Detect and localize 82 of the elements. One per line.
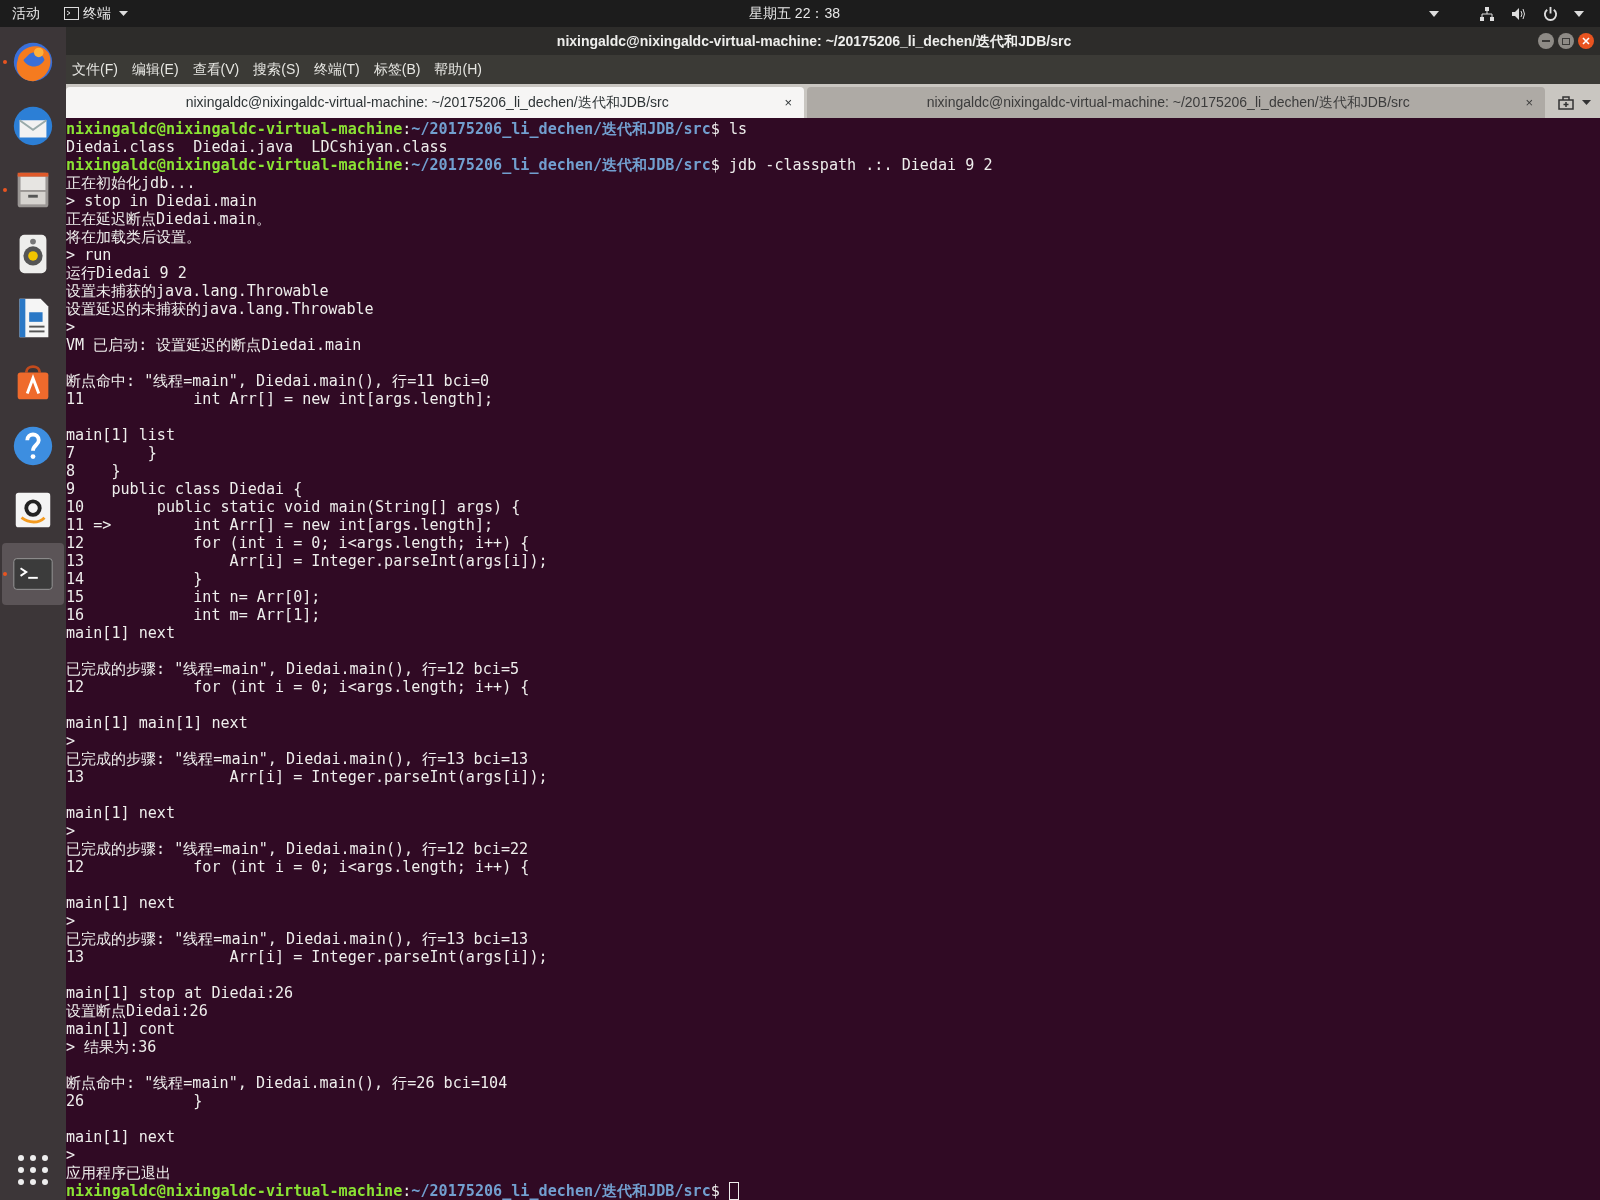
terminal-line: main[1] main[1] next — [66, 714, 248, 732]
caret-icon[interactable] — [1429, 10, 1439, 17]
activities-button[interactable]: 活动 — [12, 3, 40, 24]
menu-item[interactable]: 文件(F) — [72, 59, 118, 80]
terminal-line: 13 Arr[i] = Integer.parseInt(args[i]); — [66, 552, 548, 570]
terminal-line: 15 int n= Arr[0]; — [66, 588, 321, 606]
terminal-line: main[1] cont — [66, 1020, 176, 1038]
network-icon[interactable] — [1479, 5, 1495, 22]
maximize-button[interactable] — [1558, 33, 1574, 49]
terminal-line: > stop in Diedai.main — [66, 192, 257, 210]
terminal-icon — [64, 7, 79, 20]
menu-item[interactable]: 终端(T) — [313, 59, 360, 80]
clock[interactable]: 星期五 22：38 — [748, 3, 840, 24]
terminal-line: 11 int Arr[] = new int[args.length]; — [66, 390, 494, 408]
terminal-line: > — [66, 318, 76, 336]
power-icon[interactable] — [1543, 6, 1558, 21]
terminal-line: 断点命中: "线程=main", Diedai.main(), 行=26 bci=104 — [66, 1074, 508, 1092]
terminal-line: main[1] next — [66, 894, 176, 912]
app-menu[interactable]: 终端 — [64, 3, 128, 24]
tab-close-button[interactable]: × — [1521, 92, 1537, 113]
terminal-line: > — [66, 912, 76, 930]
running-indicator — [3, 188, 7, 192]
terminal-line: nixingaldc@nixingaldc-virtual-machine:~/20175206_li_dechen/迭代和JDB/src$ jdb -classpath .:. Diedai 9 2 — [66, 156, 993, 174]
terminal-line: > run — [66, 246, 112, 264]
terminal-line: > — [66, 732, 76, 750]
terminal-line: 13 Arr[i] = Integer.parseInt(args[i]); — [66, 768, 548, 786]
terminal-line: 断点命中: "线程=main", Diedai.main(), 行=11 bci=0 — [66, 372, 490, 390]
terminal-line: 10 public static void main(String[] args) { — [66, 498, 521, 516]
tab[interactable]: nixingaldc@nixingaldc-virtual-machine: ~/20175206_li_dechen/迭代和JDB/src × — [66, 87, 804, 118]
terminal-line: 11 => int Arr[] = new int[args.length]; — [66, 516, 494, 534]
terminal-line: 8 } — [66, 462, 121, 480]
terminal-line: 已完成的步骤: "线程=main", Diedai.main(), 行=12 bci=5 — [66, 660, 520, 678]
caret-icon[interactable] — [1581, 100, 1591, 105]
terminal-line: nixingaldc@nixingaldc-virtual-machine:~/20175206_li_dechen/迭代和JDB/src$ — [66, 1182, 721, 1200]
terminal-line: main[1] stop at Diedai:26 — [66, 984, 294, 1002]
menu-item[interactable]: 帮助(H) — [434, 59, 482, 80]
terminal-line: 12 for (int i = 0; i<args.length; i++) { — [66, 678, 530, 696]
app-grid-icon[interactable] — [17, 1154, 49, 1186]
terminal-line: 12 for (int i = 0; i<args.length; i++) { — [66, 858, 530, 876]
terminal-line: 设置延迟的未捕获的java.lang.Throwable — [66, 300, 374, 318]
terminal-line: 9 public class Diedai { — [66, 480, 303, 498]
terminal-line: 已完成的步骤: "线程=main", Diedai.main(), 行=13 bci=13 — [66, 930, 529, 948]
running-indicator — [3, 572, 7, 576]
minimize-button[interactable] — [1538, 33, 1554, 49]
caret-icon[interactable] — [1574, 10, 1584, 17]
terminal-line: 12 for (int i = 0; i<args.length; i++) { — [66, 534, 530, 552]
menu-item[interactable]: 标签(B) — [373, 59, 421, 80]
terminal-line: 应用程序已退出 — [66, 1164, 171, 1182]
menu-item[interactable]: 查看(V) — [192, 59, 240, 80]
terminal-line: 正在延迟断点Diedai.main。 — [66, 210, 271, 228]
window-title: nixingaldc@nixingaldc-virtual-machine: ~/20175206_li_dechen/迭代和JDB/src — [555, 31, 1073, 51]
new-tab-icon[interactable] — [1557, 95, 1574, 110]
terminal-line: 已完成的步骤: "线程=main", Diedai.main(), 行=13 bci=13 — [66, 750, 529, 768]
tab-close-button[interactable]: × — [780, 92, 796, 113]
terminal-line: main[1] next — [66, 804, 176, 822]
terminal-line: 7 } — [66, 444, 157, 462]
running-indicator — [3, 60, 7, 64]
terminal-line: main[1] next — [66, 1128, 176, 1146]
close-icon — [1582, 37, 1590, 45]
terminal-line: > — [66, 1146, 76, 1164]
tab[interactable]: nixingaldc@nixingaldc-virtual-machine: ~/20175206_li_dechen/迭代和JDB/src × — [807, 87, 1545, 118]
terminal-line: 14 } — [66, 570, 203, 588]
caret-icon — [119, 11, 128, 16]
terminal-line: 设置断点Diedai:26 — [66, 1002, 208, 1020]
terminal-line: nixingaldc@nixingaldc-virtual-machine:~/20175206_li_dechen/迭代和JDB/src$ ls — [66, 120, 748, 138]
terminal-line: > 结果为:36 — [66, 1038, 157, 1056]
terminal-line: main[1] list — [66, 426, 176, 444]
terminal-line: main[1] next — [66, 624, 176, 642]
close-button[interactable] — [1578, 33, 1594, 49]
terminal-line: > — [66, 822, 76, 840]
menu-item[interactable]: 编辑(E) — [131, 59, 179, 80]
terminal-line: 将在加载类后设置。 — [66, 228, 201, 246]
terminal-line: 16 int m= Arr[1]; — [66, 606, 321, 624]
terminal-line: 26 } — [66, 1092, 203, 1110]
terminal-line: 设置未捕获的java.lang.Throwable — [66, 282, 329, 300]
terminal-line: 13 Arr[i] = Integer.parseInt(args[i]); — [66, 948, 548, 966]
terminal-line: 正在初始化jdb... — [66, 174, 196, 192]
terminal-line: VM 已启动: 设置延迟的断点Diedai.main — [66, 336, 362, 354]
menu-item[interactable]: 搜索(S) — [253, 59, 300, 80]
terminal-line: 运行Diedai 9 2 — [66, 264, 187, 282]
terminal-line: 已完成的步骤: "线程=main", Diedai.main(), 行=12 bci=22 — [66, 840, 529, 858]
terminal-line: Diedai.class Diedai.java LDCshiyan.class — [66, 138, 448, 156]
